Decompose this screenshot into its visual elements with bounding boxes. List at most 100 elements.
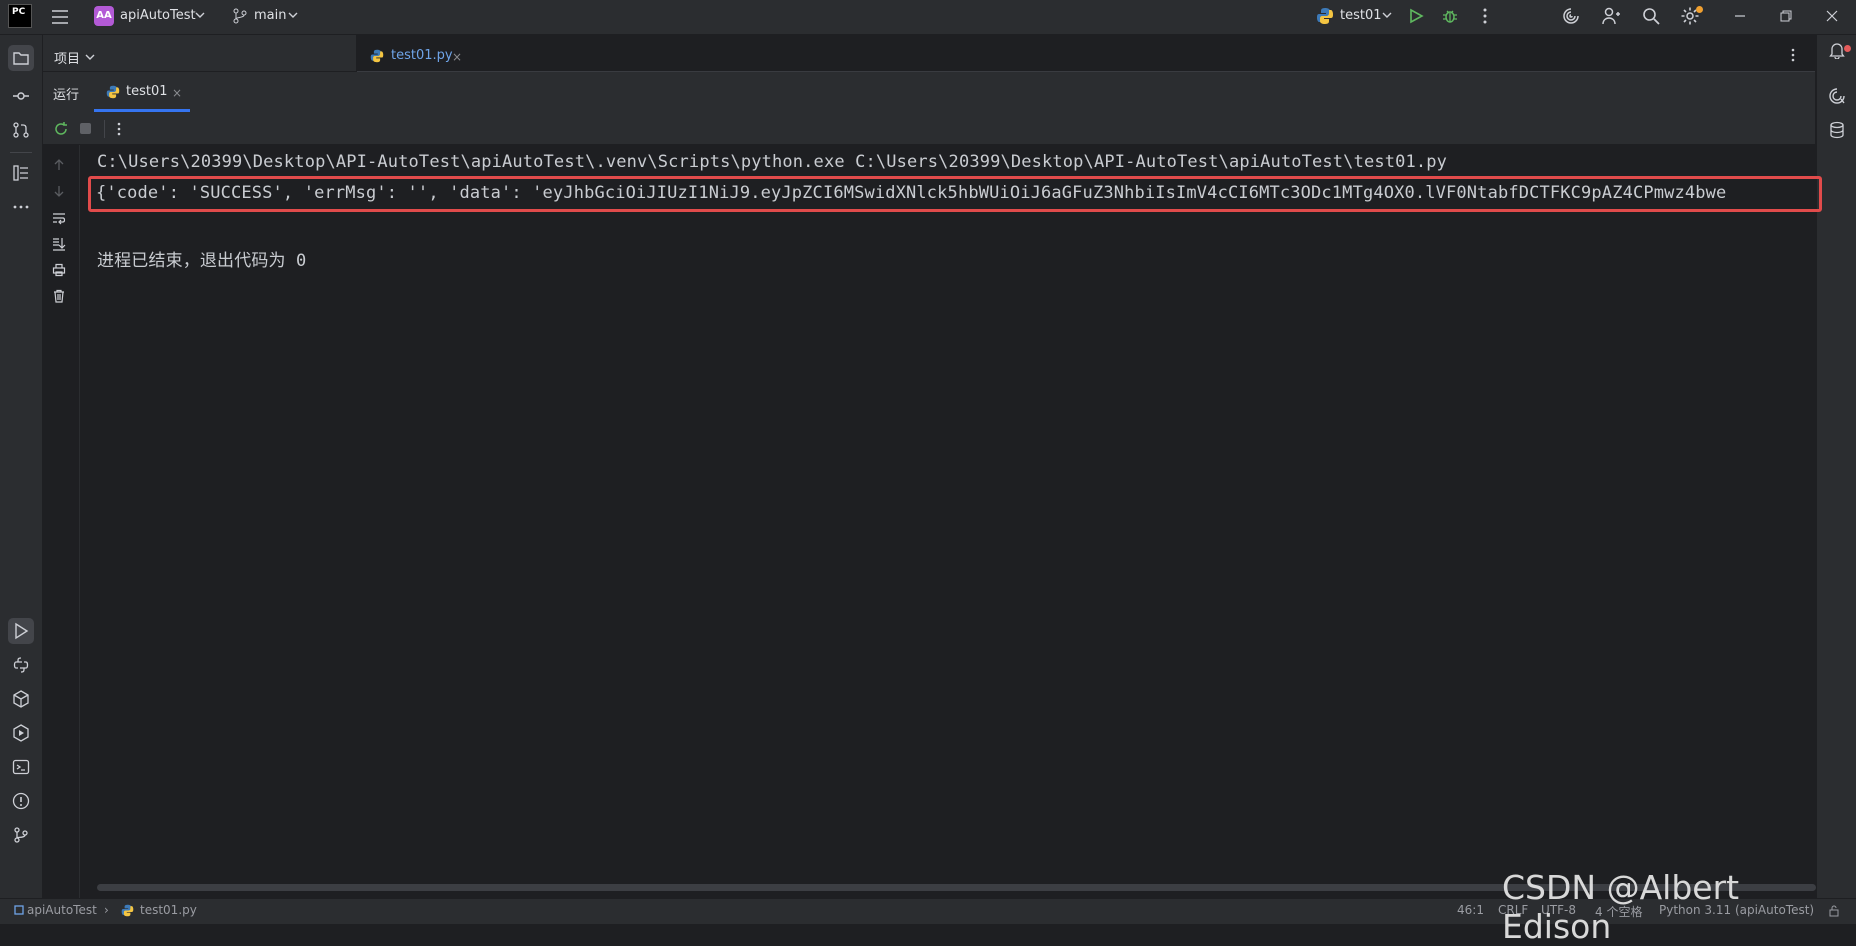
branch-name[interactable]: main bbox=[254, 8, 286, 23]
chevron-down-icon[interactable] bbox=[1382, 11, 1392, 19]
database-icon bbox=[1830, 121, 1844, 139]
print-button[interactable] bbox=[52, 263, 66, 277]
pycharm-logo[interactable]: PC bbox=[8, 4, 32, 28]
structure-tool-button[interactable] bbox=[8, 160, 34, 186]
branch-icon bbox=[232, 8, 248, 24]
breadcrumb-file[interactable]: test01.py bbox=[140, 903, 197, 917]
python-file-icon bbox=[370, 49, 384, 63]
breadcrumb-separator: › bbox=[104, 903, 109, 917]
code-with-me-button[interactable] bbox=[1601, 6, 1621, 26]
search-icon bbox=[1643, 8, 1660, 25]
close-icon bbox=[1826, 10, 1838, 22]
right-tool-strip bbox=[1816, 35, 1856, 898]
scroll-up-button[interactable] bbox=[52, 158, 66, 172]
breadcrumb-project[interactable]: apiAutoTest bbox=[27, 903, 97, 917]
services-tool-button[interactable] bbox=[8, 720, 34, 746]
more-horizontal-icon bbox=[13, 205, 29, 209]
python-packages-icon bbox=[13, 690, 29, 708]
terminal-tool-button[interactable] bbox=[8, 754, 34, 780]
soft-wrap-icon bbox=[53, 213, 66, 225]
run-button[interactable] bbox=[1408, 8, 1424, 24]
close-tab-icon[interactable]: × bbox=[172, 86, 182, 100]
run-toolbar-more-button[interactable] bbox=[116, 121, 122, 137]
printer-icon bbox=[52, 263, 66, 277]
python-icon bbox=[106, 85, 120, 99]
rerun-button[interactable] bbox=[53, 121, 69, 137]
notification-badge bbox=[1844, 45, 1851, 52]
python-packages-tool-button[interactable] bbox=[8, 686, 34, 712]
chevron-down-icon[interactable] bbox=[85, 53, 95, 61]
minimize-button[interactable] bbox=[1730, 6, 1750, 26]
spiral-icon bbox=[1563, 8, 1579, 24]
run-window-title: 运行 bbox=[53, 88, 80, 103]
run-configuration[interactable]: test01 bbox=[1340, 8, 1382, 23]
hamburger-icon bbox=[52, 10, 68, 24]
commit-tool-button[interactable] bbox=[8, 83, 34, 109]
more-vertical-icon bbox=[1791, 48, 1795, 62]
python-console-tool-button[interactable] bbox=[8, 652, 34, 678]
rerun-icon bbox=[55, 122, 67, 135]
pull-requests-tool-button[interactable] bbox=[8, 117, 34, 143]
problems-tool-button[interactable] bbox=[8, 788, 34, 814]
project-badge[interactable]: AA bbox=[94, 6, 114, 26]
structure-icon bbox=[13, 165, 28, 181]
more-vertical-icon bbox=[117, 122, 121, 136]
editor-tab-bar bbox=[357, 35, 1815, 72]
console-output[interactable] bbox=[80, 145, 1816, 883]
console-line: C:\Users\20399\Desktop\API-AutoTest\apiA… bbox=[97, 152, 1448, 172]
watermark-text: CSDN @Albert Edison bbox=[1502, 868, 1740, 946]
add-user-icon bbox=[1602, 7, 1620, 25]
run-window-header bbox=[43, 72, 1815, 112]
chevron-down-icon[interactable] bbox=[195, 11, 205, 19]
module-icon bbox=[14, 905, 24, 915]
scroll-down-button[interactable] bbox=[52, 184, 66, 198]
highlight-annotation-box bbox=[88, 176, 1822, 212]
python-icon bbox=[1316, 7, 1334, 25]
arrow-down-icon bbox=[54, 186, 64, 197]
bell-icon bbox=[1829, 43, 1845, 59]
python-file-icon bbox=[121, 904, 134, 917]
play-icon bbox=[1410, 8, 1424, 24]
scroll-to-end-icon bbox=[53, 238, 66, 251]
search-button[interactable] bbox=[1641, 6, 1661, 26]
update-badge bbox=[1696, 6, 1703, 13]
arrow-up-icon bbox=[54, 159, 64, 170]
main-menu-button[interactable] bbox=[50, 7, 70, 27]
project-name[interactable]: apiAutoTest bbox=[120, 8, 196, 23]
chevron-down-icon[interactable] bbox=[288, 11, 298, 19]
close-tab-icon[interactable]: × bbox=[452, 50, 462, 64]
console-line: 进程已结束，退出代码为 0 bbox=[97, 251, 307, 271]
more-vertical-icon bbox=[1483, 8, 1487, 24]
folder-icon bbox=[13, 52, 29, 65]
clear-console-button[interactable] bbox=[52, 289, 66, 303]
python-console-icon bbox=[13, 657, 29, 673]
ai-assistant-icon bbox=[1829, 88, 1845, 104]
minimize-icon bbox=[1735, 15, 1745, 17]
ai-assistant-tool-button[interactable] bbox=[1824, 83, 1850, 109]
git-icon bbox=[14, 827, 28, 843]
services-icon bbox=[13, 724, 29, 742]
ai-assistant-button[interactable] bbox=[1561, 6, 1581, 26]
left-tool-strip bbox=[0, 35, 43, 898]
commit-icon bbox=[13, 92, 29, 100]
console-side-actions bbox=[43, 145, 80, 898]
soft-wrap-button[interactable] bbox=[52, 211, 66, 225]
more-actions-button[interactable] bbox=[1482, 7, 1488, 25]
more-tools-button[interactable] bbox=[8, 194, 34, 220]
scroll-to-end-button[interactable] bbox=[52, 237, 66, 251]
project-tool-button[interactable] bbox=[8, 45, 34, 71]
close-window-button[interactable] bbox=[1822, 6, 1842, 26]
run-tool-button[interactable] bbox=[8, 618, 34, 644]
database-tool-button[interactable] bbox=[1824, 117, 1850, 143]
project-panel-label[interactable]: 项目 bbox=[54, 48, 80, 67]
restore-button[interactable] bbox=[1776, 6, 1796, 26]
editor-more-button[interactable] bbox=[1790, 47, 1796, 63]
debug-button[interactable] bbox=[1441, 7, 1459, 25]
caret-position[interactable]: 46:1 bbox=[1457, 903, 1484, 917]
bug-icon bbox=[1443, 10, 1457, 23]
run-tab-label[interactable]: test01 bbox=[126, 84, 168, 99]
stop-button[interactable] bbox=[80, 123, 91, 134]
editor-tab-label[interactable]: test01.py bbox=[391, 48, 453, 63]
git-tool-button[interactable] bbox=[8, 822, 34, 848]
run-icon bbox=[15, 622, 29, 640]
